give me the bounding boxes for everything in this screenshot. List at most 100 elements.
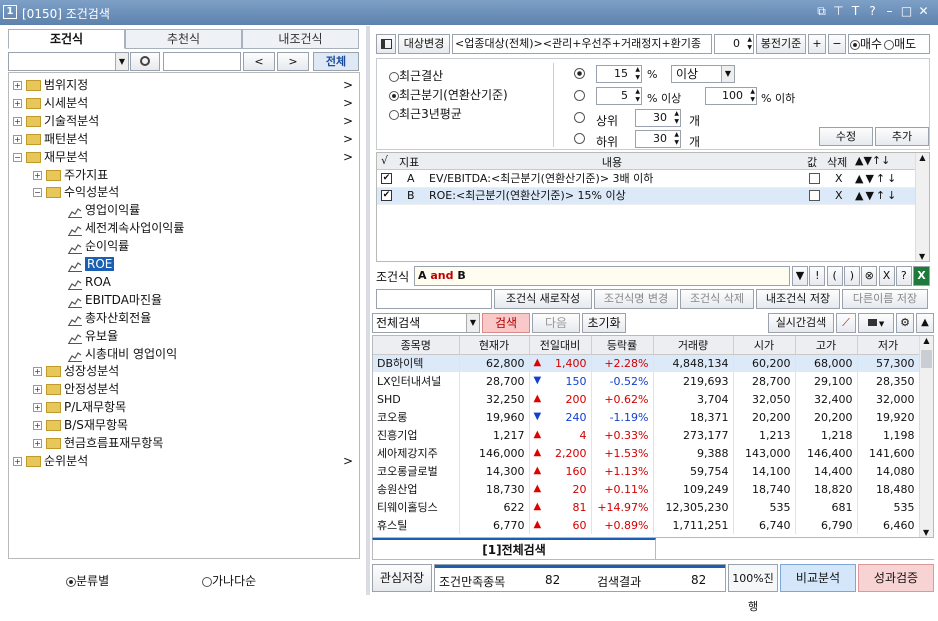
expand-icon[interactable]: +: [33, 403, 42, 413]
chevron-right-icon[interactable]: >: [343, 112, 353, 130]
tree-item[interactable]: − 재무분석: [13, 148, 88, 166]
search-run-button[interactable]: 검색: [482, 313, 530, 333]
tree-item[interactable]: + 성장성분석: [33, 362, 119, 380]
move-arrows[interactable]: ▲▼↑↓: [855, 188, 898, 204]
next-button[interactable]: >: [277, 52, 309, 71]
search-input[interactable]: [163, 52, 241, 71]
tree-item[interactable]: 총자산회전율: [53, 309, 151, 327]
range-min-input[interactable]: 5 ▲ ▼: [596, 87, 642, 105]
top-n-input[interactable]: 30 ▲ ▼: [635, 109, 681, 127]
chevron-right-icon[interactable]: >: [343, 76, 353, 94]
collapse-button[interactable]: ▲: [916, 313, 934, 333]
reset-button[interactable]: 초기화: [582, 313, 626, 333]
expand-icon[interactable]: +: [33, 421, 42, 431]
tree-item[interactable]: 영업이익률: [53, 201, 140, 219]
chevron-right-icon[interactable]: >: [343, 130, 353, 148]
column-header[interactable]: 시가: [733, 336, 796, 355]
condition-action-button[interactable]: 조건식명 변경: [594, 289, 678, 309]
tree-item[interactable]: + P/L재무항목: [33, 398, 126, 416]
search-combo[interactable]: ▼: [8, 52, 129, 71]
condition-row[interactable]: ✔ B ROE:<최근분기(연환산기준)> 15% 이상 X ▲▼↑↓: [377, 188, 915, 205]
condition-action-button[interactable]: 내조건식 저장: [756, 289, 840, 309]
delete-condition-button[interactable]: X: [835, 188, 843, 204]
search-button[interactable]: [130, 52, 160, 71]
range-radio[interactable]: [574, 90, 585, 101]
tree-item[interactable]: + 패턴분석: [13, 130, 88, 148]
table-row[interactable]: 휴스틸 6,770 ▲ 60 +0.89% 1,711,251 6,740 6,790 6,46…: [373, 516, 920, 534]
minimize-icon[interactable]: –: [881, 4, 898, 18]
tree-item[interactable]: EBITDA마진율: [53, 291, 162, 309]
tree-item[interactable]: + B/S재무항목: [33, 416, 128, 434]
formula-field[interactable]: A and B: [414, 266, 790, 286]
table-row[interactable]: 티웨이홀딩스 622 ▲ 81 +14.97% 12,305,230 535 681 535: [373, 498, 920, 516]
scroll-up-icon[interactable]: ▲: [916, 153, 929, 162]
all-button[interactable]: 전체: [313, 52, 359, 71]
sort-by-category-radio[interactable]: 분류별: [66, 572, 109, 589]
buy-radio[interactable]: 매수: [849, 37, 882, 51]
scope-select[interactable]: 전체검색 ▼: [372, 313, 480, 333]
table-row[interactable]: 코오롱 19,960 ▼ 240 -1.19% 18,371 20,200 20,200 19,…: [373, 408, 920, 426]
formula-op-button[interactable]: (: [826, 266, 843, 286]
expand-icon[interactable]: +: [13, 98, 22, 108]
threshold-input[interactable]: 15 ▲ ▼: [596, 65, 642, 83]
top-n-radio[interactable]: [574, 112, 585, 123]
expand-icon[interactable]: +: [13, 116, 22, 126]
tree-item[interactable]: 시총대비 영업이익: [53, 345, 177, 363]
target-change-button[interactable]: 대상변경: [398, 34, 450, 54]
panel-splitter[interactable]: [366, 26, 370, 595]
column-header[interactable]: 거래량: [653, 336, 734, 355]
expand-icon[interactable]: +: [13, 134, 22, 144]
bottom-n-input[interactable]: 30 ▲ ▼: [635, 130, 681, 148]
range-max-input[interactable]: 100 ▲ ▼: [705, 87, 757, 105]
help-icon[interactable]: ?: [864, 4, 881, 18]
scroll-down-icon[interactable]: ▼: [923, 528, 929, 537]
formula-op-button[interactable]: ?: [895, 266, 912, 286]
left-tab-1[interactable]: 추천식: [125, 29, 242, 49]
left-tab-2[interactable]: 내조건식: [242, 29, 359, 49]
condition-name-input[interactable]: [376, 289, 492, 309]
search-next-button[interactable]: 다음: [532, 313, 580, 333]
expand-icon[interactable]: +: [33, 367, 42, 377]
font-icon[interactable]: T: [847, 4, 864, 18]
column-header[interactable]: 고가: [795, 336, 858, 355]
period-recent-quarter-radio[interactable]: 최근분기(연환산기준): [389, 86, 508, 103]
move-arrows[interactable]: ▲▼↑↓: [855, 171, 898, 187]
candle-mode-button[interactable]: 봉전기준: [756, 34, 806, 54]
column-header[interactable]: 현재가: [459, 336, 530, 355]
condition-action-button[interactable]: 조건식 삭제: [680, 289, 754, 309]
column-header[interactable]: 등락률: [591, 336, 654, 355]
excel-button[interactable]: X: [913, 266, 930, 286]
add-button[interactable]: 추가: [875, 127, 929, 146]
target-text-field[interactable]: <업종대상(전체)><관리+우선주+거래정지+환기종: [452, 34, 712, 54]
maximize-icon[interactable]: □: [898, 4, 915, 18]
formula-op-button[interactable]: ▼: [792, 266, 808, 286]
table-row[interactable]: LX인터내셔널 28,700 ▼ 150 -0.52% 219,693 28,700 29,1…: [373, 372, 920, 390]
scroll-up-icon[interactable]: ▲: [920, 336, 933, 345]
restore-icon[interactable]: ⧉: [813, 4, 830, 19]
threshold-radio[interactable]: [574, 68, 585, 79]
realtime-search-button[interactable]: 실시간검색: [768, 313, 834, 333]
table-row[interactable]: DB하이텍 62,800 ▲ 1,400 +2.28% 4,848,134 60,200 68…: [373, 354, 920, 372]
layout-toggle-button[interactable]: [376, 34, 396, 54]
close-icon[interactable]: ✕: [915, 4, 932, 18]
condition-action-button[interactable]: 다른이름 저장: [842, 289, 928, 309]
column-header[interactable]: 종목명: [373, 336, 460, 355]
prev-button[interactable]: <: [243, 52, 275, 71]
bottom-n-radio[interactable]: [574, 133, 585, 144]
condition-action-button[interactable]: 조건식 새로작성: [494, 289, 592, 309]
results-scrollbar[interactable]: ▲ ▼: [919, 336, 933, 537]
compare-button[interactable]: 비교분석: [780, 564, 856, 592]
column-header[interactable]: 전일대비: [529, 336, 592, 355]
tree-item[interactable]: + 시세분석: [13, 94, 88, 112]
watchlist-save-button[interactable]: 관심저장: [372, 564, 432, 592]
scroll-down-icon[interactable]: ▼: [919, 252, 925, 261]
column-header[interactable]: 저가: [857, 336, 920, 355]
plus-button[interactable]: +: [808, 34, 826, 54]
value-checkbox[interactable]: [809, 173, 820, 184]
delete-condition-button[interactable]: X: [835, 171, 843, 187]
minus-button[interactable]: −: [828, 34, 846, 54]
view-select-button[interactable]: ▼: [858, 313, 894, 333]
checkbox-checked-icon[interactable]: ✔: [381, 173, 392, 184]
formula-op-button[interactable]: ⊗: [861, 266, 878, 286]
expand-icon[interactable]: +: [33, 170, 42, 180]
